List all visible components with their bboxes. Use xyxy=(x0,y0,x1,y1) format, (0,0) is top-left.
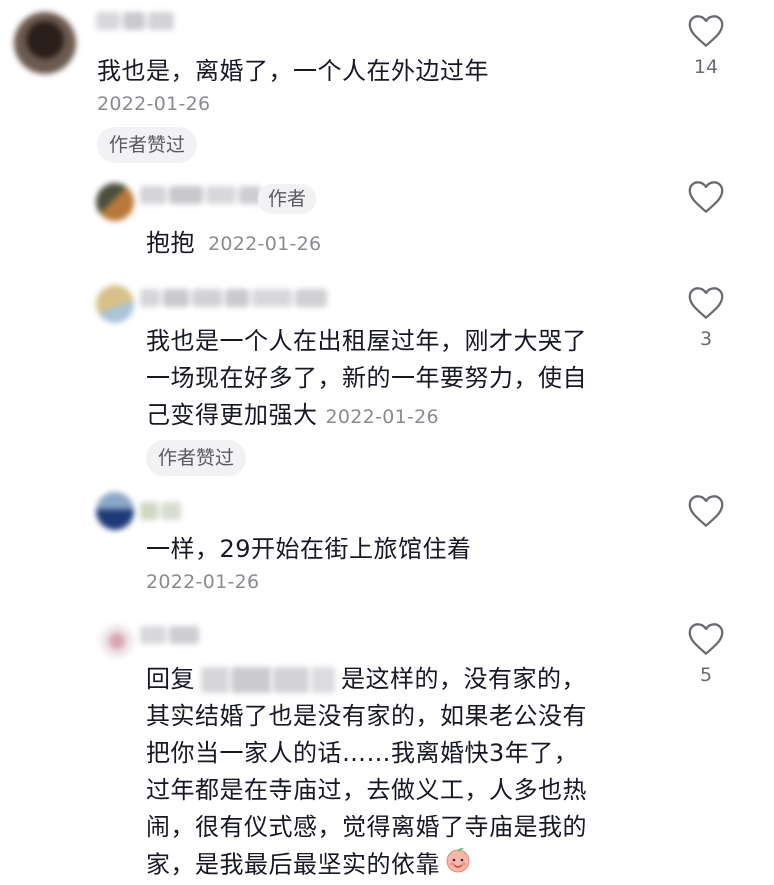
comment-text: 我也是，离婚了，一个人在外边过年 xyxy=(97,57,489,85)
comment-date: 2022-01-26 xyxy=(208,233,322,255)
username-masked[interactable] xyxy=(140,500,181,522)
avatar[interactable] xyxy=(96,183,134,221)
reply-label: 回复 xyxy=(146,665,195,693)
comment-line: 回复 是这样的，没有家的， xyxy=(146,661,587,698)
comment-line-text: 家，是我最后最坚实的依靠 xyxy=(146,850,440,879)
avatar[interactable] xyxy=(14,12,76,74)
heart-outline-icon xyxy=(688,15,724,47)
like-button[interactable]: 14 xyxy=(681,14,731,78)
username-masked[interactable] xyxy=(140,287,327,309)
comment-date: 2022-01-26 xyxy=(97,93,211,115)
comment-line: 一场现在好多了，新的一年要努力，使自 xyxy=(146,364,587,392)
like-button[interactable]: 3 xyxy=(681,286,731,350)
comment-text: 抱抱 xyxy=(146,229,195,257)
comment-text: 我也是一个人在出租屋过年，刚才大哭了 一场现在好多了，新的一年要努力，使自 己变… xyxy=(146,323,587,436)
comment-line: 己变得更加强大 2022-01-26 xyxy=(146,397,587,436)
username-masked[interactable] xyxy=(96,10,174,32)
comment-date: 2022-01-26 xyxy=(325,406,439,428)
heart-outline-icon xyxy=(688,181,724,213)
author-liked-chip: 作者赞过 xyxy=(97,127,198,163)
comment-line-text: 己变得更加强大 xyxy=(146,401,318,429)
reply-target-masked[interactable] xyxy=(201,667,335,693)
heart-outline-icon xyxy=(688,623,724,655)
comment-line: 闹，很有仪式感，觉得离婚了寺庙是我的 xyxy=(146,813,587,841)
comment-text: 一样，29开始在街上旅馆住着 xyxy=(146,535,472,563)
peach-face-emoji-icon xyxy=(444,846,472,885)
author-liked-chip: 作者赞过 xyxy=(146,440,247,476)
like-button[interactable]: 5 xyxy=(681,622,731,686)
comment-line: 过年都是在寺庙过，去做义工，人多也热 xyxy=(146,776,587,804)
comment-line-text: 是这样的，没有家的， xyxy=(341,665,586,693)
author-tag: 作者 xyxy=(258,184,317,214)
like-button[interactable] xyxy=(681,494,731,528)
comment-line: 家，是我最后最坚实的依靠 xyxy=(146,846,587,885)
like-button[interactable] xyxy=(681,180,731,214)
comment-text: 回复 是这样的，没有家的， 其实结婚了也是没有家的，如果老公没有 把你当一家人的话… xyxy=(146,661,587,885)
comment-line: 把你当一家人的话……我离婚快3年了， xyxy=(146,739,579,767)
username-masked[interactable] xyxy=(140,624,199,646)
username-masked[interactable] xyxy=(140,184,261,206)
avatar[interactable] xyxy=(96,285,134,323)
avatar[interactable] xyxy=(96,492,134,530)
like-count: 3 xyxy=(699,328,713,350)
avatar[interactable] xyxy=(100,624,134,658)
heart-outline-icon xyxy=(688,287,724,319)
like-count: 5 xyxy=(699,664,713,686)
like-count: 14 xyxy=(693,56,719,78)
comment-line: 其实结婚了也是没有家的，如果老公没有 xyxy=(146,702,587,730)
heart-outline-icon xyxy=(688,495,724,527)
comment-date: 2022-01-26 xyxy=(146,571,260,593)
comment-line: 我也是一个人在出租屋过年，刚才大哭了 xyxy=(146,327,587,355)
